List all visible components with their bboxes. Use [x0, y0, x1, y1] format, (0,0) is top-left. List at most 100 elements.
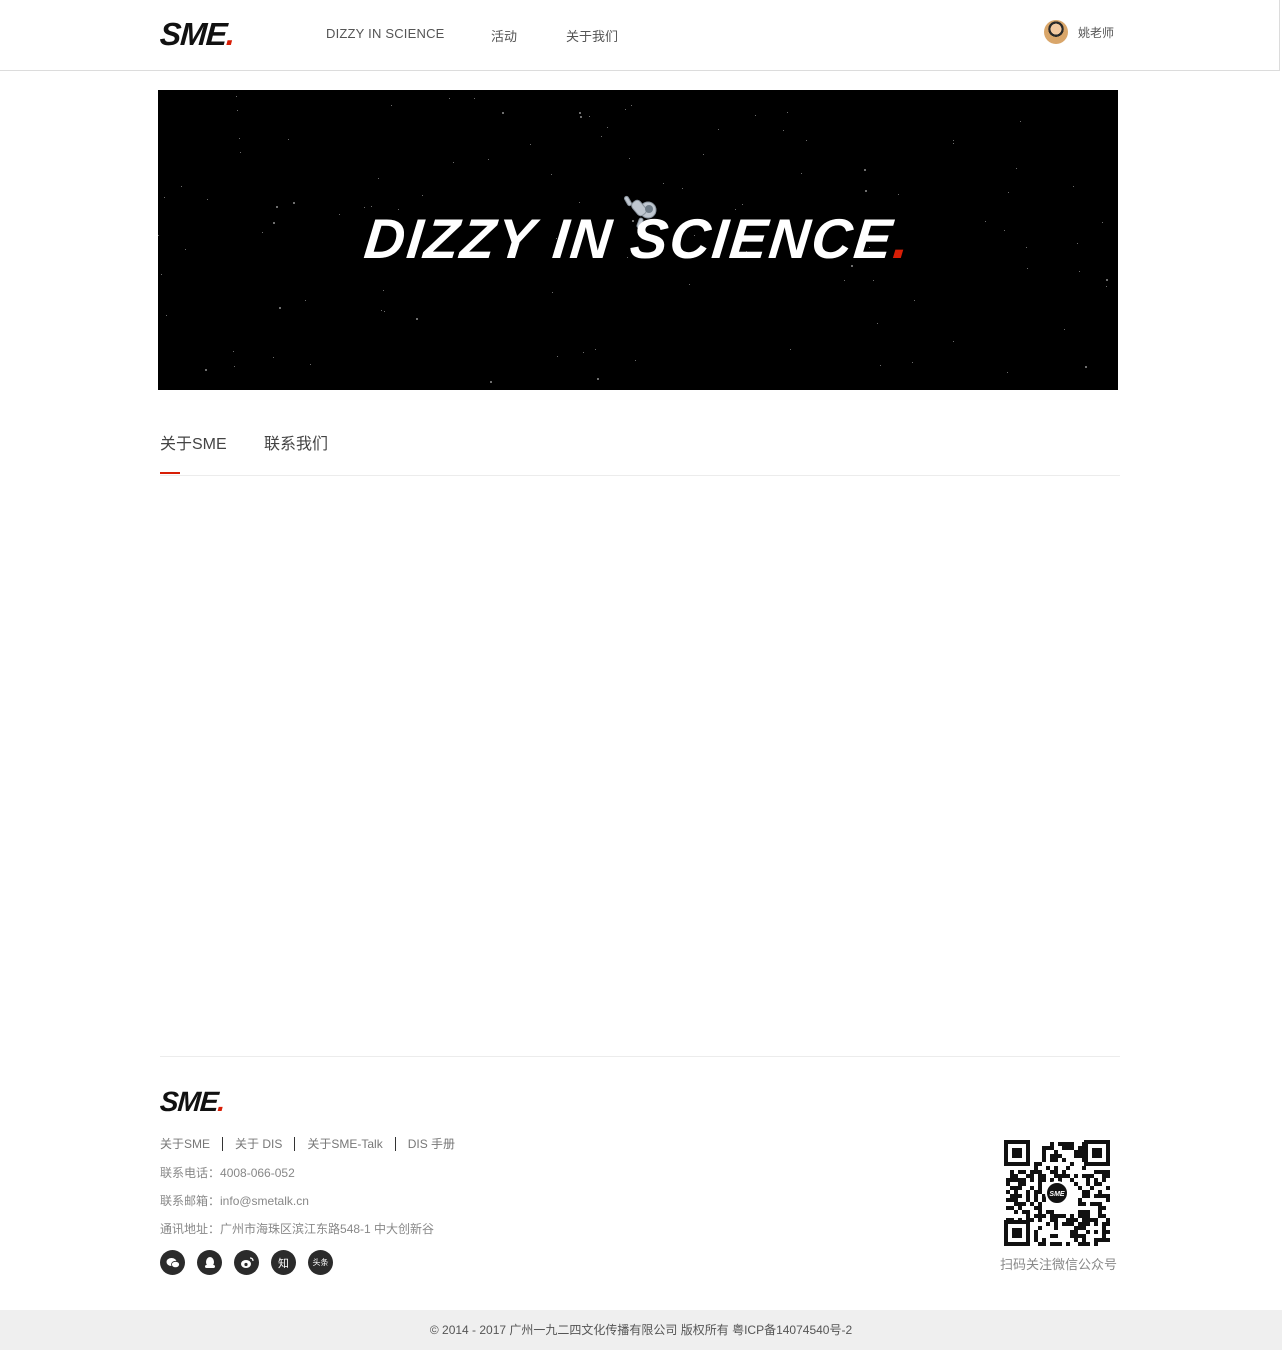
- toutiao-icon[interactable]: 头条: [308, 1250, 333, 1275]
- nav-about-us[interactable]: 关于我们: [566, 26, 618, 45]
- star: [474, 98, 475, 99]
- star: [1079, 271, 1080, 272]
- avatar[interactable]: [1043, 20, 1068, 44]
- zhihu-icon[interactable]: 知: [271, 1250, 296, 1275]
- star: [914, 300, 915, 301]
- star: [601, 136, 602, 137]
- qr-center-logo: SME: [1049, 1191, 1065, 1198]
- star: [205, 369, 207, 371]
- nav-dizzy-in-science[interactable]: DIZZY IN SCIENCE: [326, 26, 445, 41]
- banner-title: DIZZY IN SCIENCE.: [158, 206, 1118, 271]
- star: [877, 323, 878, 324]
- logo-text: SME: [158, 16, 228, 52]
- star: [1085, 366, 1087, 368]
- star: [597, 378, 599, 380]
- star: [580, 116, 582, 118]
- contact-address: 通讯地址：广州市海珠区滨江东路548-1 中大创新谷: [160, 1220, 434, 1237]
- logo-dot: .: [225, 16, 236, 52]
- star: [1020, 121, 1021, 122]
- star: [635, 360, 636, 361]
- star: [305, 300, 306, 301]
- user-menu[interactable]: 姚老师: [1043, 20, 1114, 44]
- star: [703, 154, 704, 155]
- star: [1064, 329, 1065, 330]
- star: [873, 280, 874, 281]
- star: [273, 357, 274, 358]
- content-tabs: 关于SME 联系我们: [160, 430, 1120, 476]
- address-value: 广州市海珠区滨江东路548-1 中大创新谷: [220, 1222, 435, 1236]
- star: [236, 96, 237, 97]
- star: [806, 140, 807, 141]
- star: [625, 109, 626, 110]
- email-label: 联系邮箱：: [160, 1194, 221, 1208]
- star: [240, 152, 241, 153]
- footer-logo[interactable]: SME.: [159, 1086, 226, 1118]
- tab-contact-us[interactable]: 联系我们: [264, 430, 328, 454]
- star: [161, 274, 162, 275]
- phone-label: 联系电话：: [160, 1166, 221, 1180]
- star: [801, 173, 802, 174]
- star: [557, 356, 558, 357]
- star: [787, 112, 788, 113]
- footer-link-dis-handbook[interactable]: DIS 手册: [408, 1135, 455, 1152]
- footer-logo-text: SME: [158, 1086, 219, 1117]
- star: [422, 195, 423, 196]
- star: [488, 159, 489, 160]
- star: [629, 158, 630, 159]
- banner-title-text: DIZZY IN SCIENCE: [361, 207, 897, 270]
- nav-activities[interactable]: 活动: [491, 26, 517, 45]
- weibo-icon[interactable]: [234, 1250, 259, 1275]
- qq-icon[interactable]: [197, 1250, 222, 1275]
- star: [607, 127, 608, 128]
- star: [490, 381, 492, 383]
- star: [391, 105, 392, 106]
- star: [1106, 279, 1108, 281]
- star: [502, 112, 504, 114]
- star: [234, 366, 235, 367]
- user-name[interactable]: 姚老师: [1078, 24, 1114, 41]
- address-label: 通讯地址：: [160, 1222, 221, 1236]
- star: [279, 307, 281, 309]
- footer-link-about-sme-talk[interactable]: 关于SME-Talk: [307, 1135, 382, 1152]
- star: [237, 110, 238, 111]
- star: [164, 197, 165, 198]
- star: [293, 202, 295, 204]
- star: [579, 202, 580, 203]
- top-navbar: SME. DIZZY IN SCIENCE 活动 关于我们 姚老师: [0, 0, 1280, 71]
- star: [1016, 168, 1017, 169]
- footer-divider: [160, 1056, 1120, 1057]
- star: [953, 140, 954, 141]
- phone-value: 4008-066-052: [220, 1166, 295, 1180]
- star: [844, 280, 845, 281]
- contact-phone: 联系电话：4008-066-052: [160, 1164, 295, 1181]
- star: [595, 349, 596, 350]
- star: [742, 204, 743, 205]
- wechat-icon[interactable]: [160, 1250, 185, 1275]
- star: [233, 351, 234, 352]
- star: [912, 362, 913, 363]
- star: [1008, 192, 1009, 193]
- email-value[interactable]: info@smetalk.cn: [220, 1194, 309, 1208]
- star: [384, 311, 385, 312]
- star: [631, 105, 632, 106]
- star: [383, 290, 384, 291]
- star: [790, 349, 791, 350]
- divider: [294, 1136, 296, 1151]
- star: [1073, 186, 1074, 187]
- star: [589, 116, 590, 117]
- star: [378, 178, 379, 179]
- wechat-qr-code: SME: [1004, 1140, 1110, 1246]
- footer-links: 关于SME 关于 DIS 关于SME-Talk DIS 手册: [160, 1135, 455, 1152]
- star: [381, 310, 382, 311]
- star: [783, 130, 784, 131]
- star: [953, 143, 954, 144]
- star: [663, 183, 664, 184]
- star: [530, 144, 531, 145]
- footer-link-about-sme[interactable]: 关于SME: [160, 1135, 210, 1152]
- sme-logo[interactable]: SME.: [159, 16, 236, 53]
- tab-about-sme[interactable]: 关于SME: [160, 430, 227, 454]
- divider: [394, 1136, 396, 1151]
- footer-link-about-dis[interactable]: 关于 DIS: [235, 1135, 282, 1152]
- copyright-bar: © 2014 - 2017 广州一九二四文化传播有限公司 版权所有 粤ICP备1…: [0, 1310, 1282, 1350]
- star: [239, 138, 240, 139]
